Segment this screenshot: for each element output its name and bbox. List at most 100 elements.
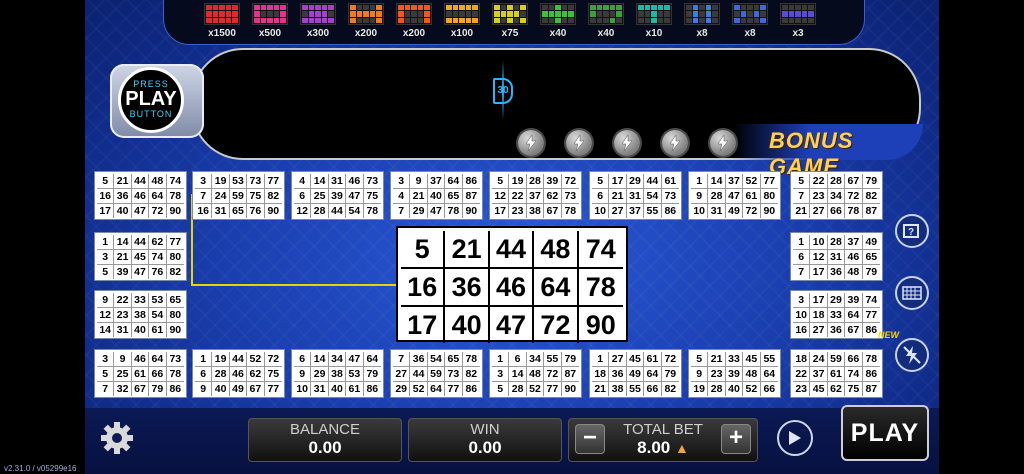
card-number: 45 <box>810 382 828 396</box>
bonus-ball <box>662 130 688 156</box>
card-number: 87 <box>865 205 878 217</box>
card-number: 6 <box>294 189 312 204</box>
card-number: 24 <box>212 189 230 204</box>
increase-bet-button[interactable]: + <box>721 424 751 454</box>
card-number: 44 <box>131 174 150 189</box>
help-icon: ? <box>903 224 919 238</box>
card-number: 61 <box>661 174 679 189</box>
card-number: 31 <box>212 204 230 218</box>
press-play-disc: PRESS PLAY BUTTON <box>118 67 184 133</box>
bingo-card[interactable]: 5 19 28 39 72 12 22 37 62 73 17 23 38 67 78 <box>489 171 582 220</box>
card-number: 65 <box>166 293 184 308</box>
bet-arrow-icon[interactable]: ▲ <box>675 440 689 456</box>
paytable-item: x1500 <box>202 3 242 39</box>
card-number: 19 <box>691 382 709 396</box>
card-number: 31 <box>114 323 132 337</box>
card-number: 37 <box>427 174 446 189</box>
ball-draw-panel: 30 BONUS GAME <box>191 48 923 179</box>
bingo-card[interactable]: 9 22 33 53 65 12 23 38 54 80 14 31 40 61 90 <box>94 290 187 339</box>
bingo-card[interactable]: 4 14 31 46 73 6 25 39 47 75 12 28 44 54 78 <box>291 171 384 220</box>
decrease-bet-button[interactable]: − <box>575 424 605 454</box>
card-number: 64 <box>534 269 579 307</box>
card-number: 59 <box>427 367 446 382</box>
card-number: 18 <box>592 367 610 382</box>
card-number: 45 <box>743 352 761 367</box>
pattern-icon <box>636 3 672 25</box>
bingo-card[interactable]: 1 27 45 61 72 18 36 49 64 79 21 38 55 66 82 <box>589 349 682 398</box>
lightning-icon <box>573 135 585 151</box>
card-number: 52 <box>410 382 428 396</box>
pattern-icon <box>492 3 528 25</box>
card-number: 79 <box>862 174 880 189</box>
card-number: 64 <box>363 352 381 367</box>
bingo-card[interactable]: 5 22 28 67 79 7 23 34 72 82 21 27 66 78 87 <box>790 171 883 220</box>
bingo-card[interactable]: 3 9 37 64 86 4 21 40 65 87 7 29 47 78 90 <box>390 171 483 220</box>
card-number: 38 <box>609 382 627 396</box>
card-number: 52 <box>527 382 545 396</box>
help-button[interactable]: ? <box>895 214 929 248</box>
card-number: 3 <box>195 174 213 189</box>
card-number: 77 <box>760 174 778 189</box>
card-number: 80 <box>166 250 184 265</box>
card-number: 87 <box>865 383 878 395</box>
settings-button[interactable] <box>99 420 135 456</box>
autoplay-button[interactable] <box>777 420 813 456</box>
card-number: 64 <box>149 352 167 367</box>
card-number: 6 <box>195 367 213 382</box>
card-number: 73 <box>166 352 184 367</box>
bingo-card[interactable]: 5 17 29 44 61 6 21 31 54 73 10 27 37 55 86 <box>589 171 682 220</box>
bonus-ball <box>710 130 736 156</box>
card-number: 47 <box>346 189 364 204</box>
bingo-card[interactable]: 3 17 29 39 74 10 18 33 64 77 16 27 36 67 86 <box>790 290 883 339</box>
bingo-card[interactable]: 3 9 46 64 73 5 25 61 66 78 7 32 67 79 86 <box>94 349 187 398</box>
card-number: 47 <box>132 265 150 279</box>
bingo-card[interactable]: 1 6 34 55 79 3 14 48 72 87 5 28 52 77 90 <box>489 349 582 398</box>
bingo-card[interactable]: 5 21 33 45 55 9 23 39 48 64 19 28 40 52 66 <box>688 349 781 398</box>
card-number: 10 <box>793 308 811 323</box>
play-button[interactable]: PLAY <box>841 405 929 461</box>
bingo-card[interactable]: 1 10 28 37 49 6 12 31 46 65 7 17 36 48 79 <box>790 232 883 281</box>
card-number: 62 <box>544 189 562 204</box>
card-number: 79 <box>363 367 381 382</box>
bonus-ball <box>566 130 592 156</box>
bingo-card[interactable]: 6 14 34 47 64 9 29 38 53 79 10 31 40 61 86 <box>291 349 384 398</box>
card-number: 67 <box>845 323 863 337</box>
card-number: 64 <box>149 189 167 204</box>
card-number: 45 <box>131 250 150 265</box>
card-number: 54 <box>644 189 662 204</box>
card-number: 34 <box>526 352 545 367</box>
card-number: 22 <box>793 367 811 382</box>
bingo-card[interactable]: 1 19 44 52 72 6 28 46 62 75 9 40 49 67 77 <box>192 349 285 398</box>
bingo-card[interactable]: 1 14 37 52 77 9 28 47 61 80 10 31 49 72 90 <box>688 171 781 220</box>
pattern-icon <box>396 3 432 25</box>
card-number: 10 <box>691 204 709 218</box>
card-number: 74 <box>862 293 880 308</box>
bingo-card[interactable]: 3 19 53 73 77 7 24 59 75 82 16 31 65 76 90 <box>192 171 285 220</box>
bingo-card[interactable]: 1 14 44 62 77 3 21 45 74 80 5 39 47 76 82 <box>94 232 187 281</box>
card-number: 67 <box>544 204 562 218</box>
bingo-card[interactable]: 7 36 54 65 78 27 44 59 73 82 29 52 64 77 86 <box>390 349 483 398</box>
pattern-icon <box>444 3 480 25</box>
press-play-button[interactable]: PRESS PLAY BUTTON <box>110 64 204 138</box>
card-view-button[interactable] <box>895 276 929 310</box>
bingo-card[interactable]: 5 21 44 48 74 16 36 46 64 78 17 40 47 72 90 <box>94 171 187 220</box>
card-number: 79 <box>661 367 679 382</box>
bonus-ball <box>518 130 544 156</box>
card-number: 76 <box>247 204 265 218</box>
bingo-card[interactable]: 18 24 59 66 78 22 37 61 74 86 23 45 62 75 87 <box>790 349 883 398</box>
card-number: 39 <box>725 367 744 382</box>
card-number: 19 <box>212 174 230 189</box>
version-label: v2.31.0 / v05299e16 <box>4 464 77 473</box>
card-number: 10 <box>294 382 312 396</box>
paytable-item: x40 <box>586 3 626 39</box>
card-number: 72 <box>845 189 863 204</box>
card-number: 78 <box>578 269 623 307</box>
card-number: 3 <box>492 367 510 382</box>
paytable-item: x8 <box>730 3 770 39</box>
pattern-icon <box>300 3 336 25</box>
paytable-item: x200 <box>346 3 386 39</box>
paytable-item: x200 <box>394 3 434 39</box>
bonus-toggle-button[interactable] <box>895 338 929 372</box>
card-number: 9 <box>294 367 312 382</box>
card-number: 73 <box>247 174 265 189</box>
